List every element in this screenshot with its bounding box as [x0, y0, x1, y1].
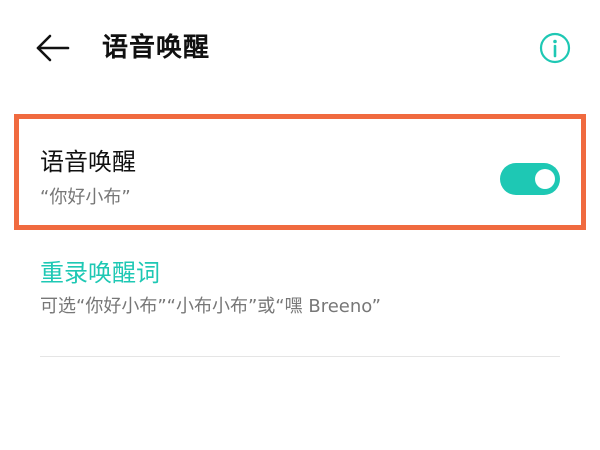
back-button[interactable]: [30, 28, 74, 68]
voice-wake-toggle[interactable]: [500, 163, 560, 195]
page-title: 语音唤醒: [102, 33, 211, 63]
divider: [40, 356, 560, 357]
rerecord-wake-word-row[interactable]: 重录唤醒词 可选“你好小布”“小布小布”或“嘿 Breeno”: [40, 250, 560, 330]
arrow-left-icon: [36, 34, 70, 62]
rerecord-wake-word-subtitle: 可选“你好小布”“小布小布”或“嘿 Breeno”: [40, 296, 381, 317]
toggle-knob: [535, 169, 555, 189]
voice-wake-setting-row[interactable]: 语音唤醒 “你好小布”: [19, 119, 581, 225]
voice-wake-settings-page: 语音唤醒 语音唤醒 “你好小布” 重录唤醒词 可选“你好小布”“小布小布”或“嘿…: [0, 0, 600, 450]
voice-wake-subtitle: “你好小布”: [40, 187, 131, 208]
info-button[interactable]: [538, 31, 572, 65]
voice-wake-title: 语音唤醒: [40, 148, 136, 176]
header-bar: 语音唤醒: [0, 0, 600, 96]
rerecord-wake-word-title: 重录唤醒词: [40, 259, 160, 287]
info-circle-icon: [539, 32, 571, 64]
